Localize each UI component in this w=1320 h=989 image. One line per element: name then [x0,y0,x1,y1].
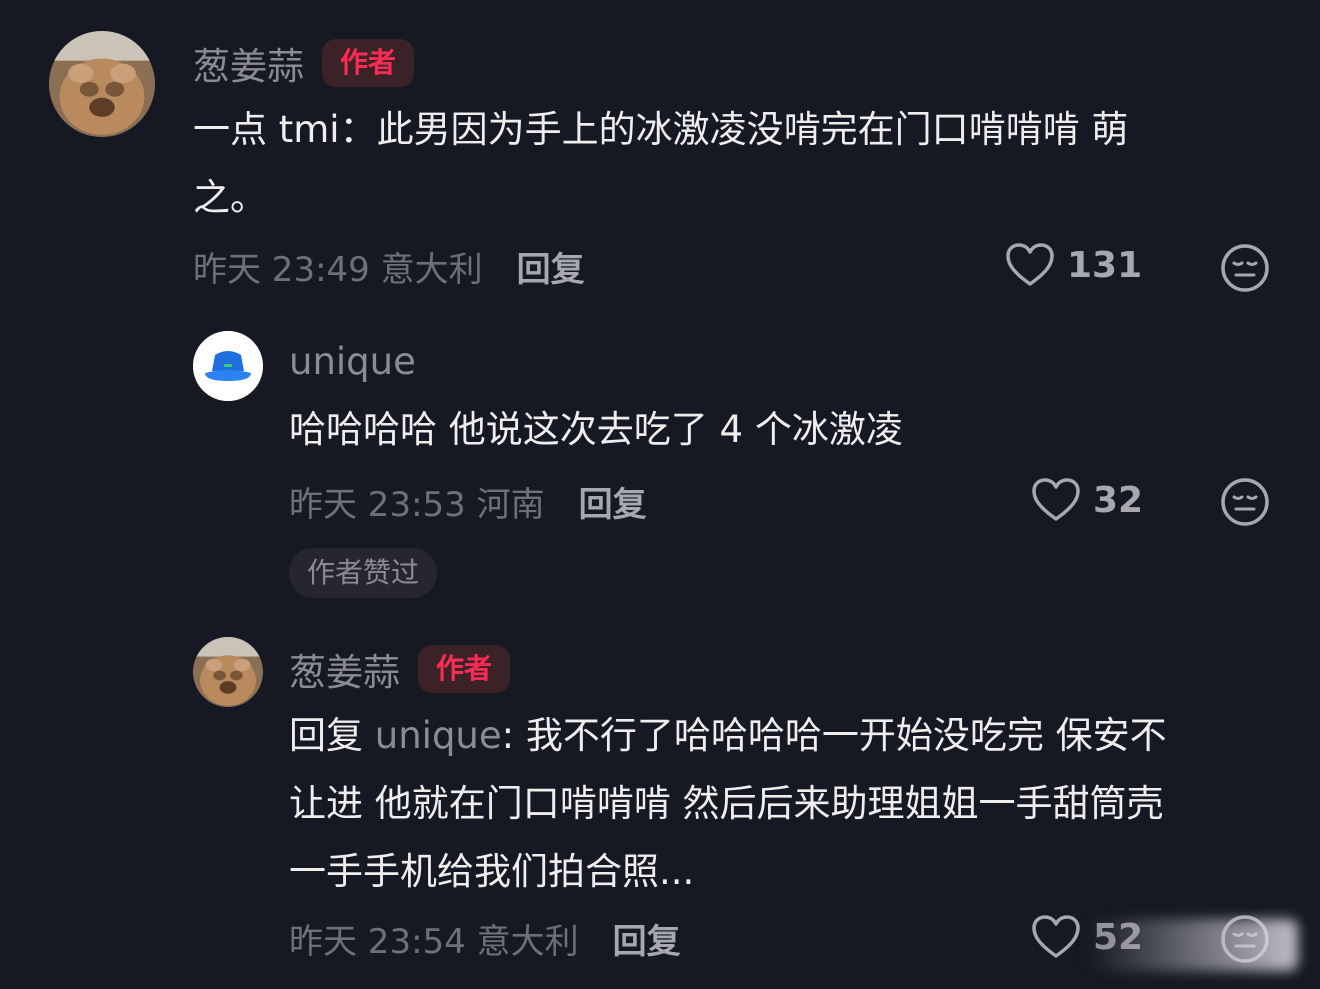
comment-text-line: 一手手机给我们拍合照... [289,850,695,893]
watermark [1088,919,1298,971]
author-badge: 作者 [322,39,415,87]
comment-text: 回复 unique: 我不行了哈哈哈哈一开始没吃完 保安不 让进 他就在门口啃啃… [289,702,1299,906]
dislike-face-icon [1221,244,1269,292]
like-count: 131 [1067,244,1143,286]
comment-timestamp-location: 昨天 23:49 意大利 [193,250,483,290]
comment-meta: 昨天 23:53 河南 回复 [289,477,647,526]
dislike-button[interactable] [1219,242,1271,294]
comment-text-line: 之。 [193,176,267,219]
comment-header: unique [289,340,416,383]
comment-meta: 昨天 23:49 意大利 回复 [193,242,585,291]
dog-avatar-icon [193,637,263,707]
comment-text-line: 回复 unique: 我不行了哈哈哈哈一开始没吃完 保安不 [289,702,1299,770]
author-badge: 作者 [418,645,511,693]
avatar[interactable] [193,637,263,707]
like-button[interactable]: 131 [1005,242,1142,288]
username[interactable]: 葱姜蒜 [193,36,304,90]
comment-text-line: 让进 他就在门口啃啃啃 然后后来助理姐姐一手甜筒壳 [289,782,1164,825]
comment-timestamp-location: 昨天 23:54 意大利 [289,922,579,962]
author-liked-chip: 作者赞过 [289,548,438,598]
dislike-face-icon [1221,478,1269,526]
comment-meta: 昨天 23:54 意大利 回复 [289,914,681,963]
comment-timestamp-location: 昨天 23:53 河南 [289,485,545,525]
comment-text-line: 一点 tmi：此男因为手上的冰激凌没啃完在门口啃啃啃 萌 [193,108,1129,151]
comment-text-line: 哈哈哈哈 他说这次去吃了 4 个冰激凌 [289,408,903,451]
heart-outline-icon [1032,478,1080,521]
comment-text-segment: : 我不行了哈哈哈哈一开始没吃完 保安不 [501,714,1167,757]
like-count: 32 [1093,479,1144,521]
comment-text: 哈哈哈哈 他说这次去吃了 4 个冰激凌 [289,396,1269,464]
bucket-hat-avatar-icon [193,331,263,401]
comment-header: 葱姜蒜 作者 [289,642,511,696]
username[interactable]: 葱姜蒜 [289,642,400,696]
dog-avatar-icon [49,31,155,137]
reply-prefix: 回复 [289,714,363,757]
avatar[interactable] [49,31,155,137]
reply-button[interactable]: 回复 [517,242,585,291]
reply-button[interactable]: 回复 [579,477,647,526]
comment-text: 一点 tmi：此男因为手上的冰激凌没啃完在门口啃啃啃 萌 之。 [193,96,1273,232]
heart-outline-icon [1006,243,1054,286]
reply-button[interactable]: 回复 [613,914,681,963]
dislike-button[interactable] [1219,476,1271,528]
avatar[interactable] [193,331,263,401]
like-button[interactable]: 32 [1031,477,1143,523]
heart-outline-icon [1032,915,1080,958]
comment-header: 葱姜蒜 作者 [193,36,415,90]
username[interactable]: unique [289,340,416,383]
mention-link[interactable]: unique [375,714,502,757]
